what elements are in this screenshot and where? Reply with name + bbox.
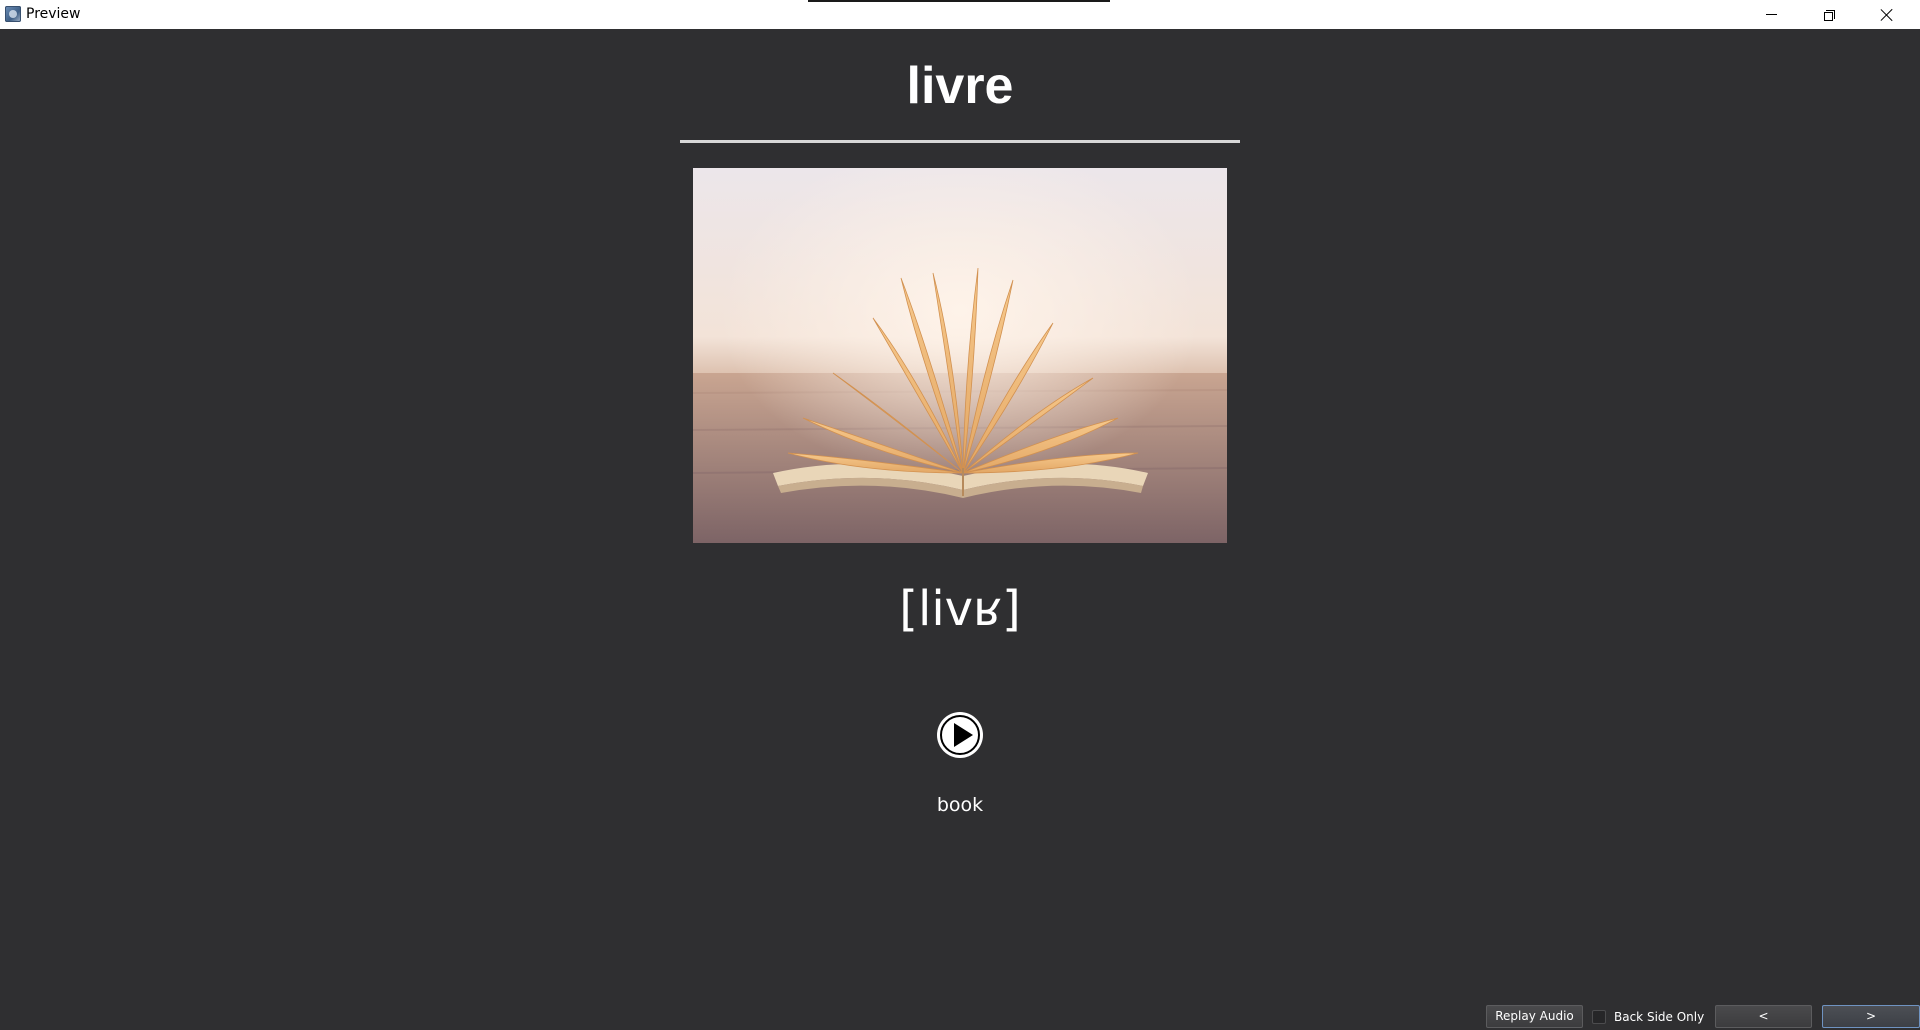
card-divider (680, 140, 1240, 143)
window-title: Preview (26, 6, 81, 22)
next-card-button[interactable]: > (1822, 1005, 1920, 1028)
card-preview: livre [livʁ] book (0, 29, 1920, 1001)
preview-app-icon (5, 6, 21, 22)
restore-icon (1824, 9, 1835, 21)
minimize-icon (1765, 14, 1777, 15)
replay-audio-button[interactable]: Replay Audio (1486, 1005, 1583, 1028)
close-icon (1880, 8, 1894, 22)
back-side-only-toggle[interactable]: Back Side Only (1592, 1005, 1704, 1028)
title-drag-indicator (808, 0, 1110, 2)
close-button[interactable] (1858, 0, 1916, 29)
back-side-only-label: Back Side Only (1614, 1009, 1705, 1024)
previous-card-button[interactable]: < (1715, 1005, 1812, 1028)
ipa-transcription: [livʁ] (899, 581, 1021, 637)
restore-button[interactable] (1800, 0, 1858, 29)
minimize-button[interactable] (1742, 0, 1800, 29)
translation: book (936, 794, 984, 816)
back-side-only-checkbox[interactable] (1592, 1009, 1606, 1024)
front-word: livre (906, 57, 1014, 115)
window-titlebar[interactable]: Preview (0, 0, 1920, 29)
play-audio-button[interactable] (937, 712, 983, 758)
preview-controls: Replay Audio Back Side Only < > (0, 1001, 1920, 1030)
open-book-image (693, 168, 1227, 543)
